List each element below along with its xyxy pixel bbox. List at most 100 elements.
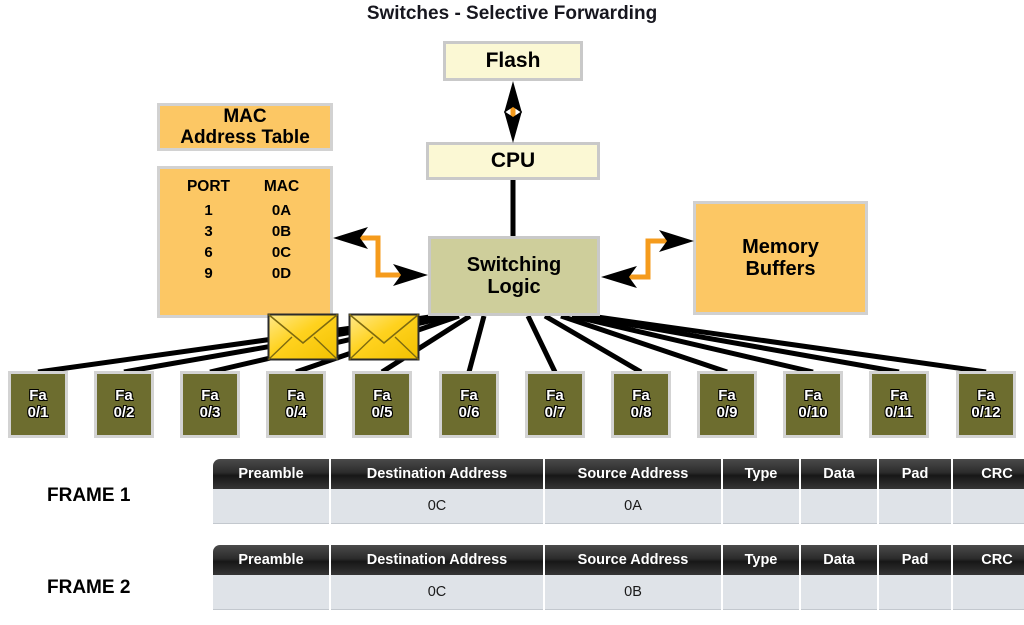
mac-header-port: PORT (186, 178, 231, 195)
cpu-label: CPU (490, 149, 536, 173)
frame-2-table: Preamble Destination Address Source Addr… (213, 545, 1024, 610)
frame-1-table: Preamble Destination Address Source Addr… (213, 459, 1024, 524)
flash-cpu-arrow-up (504, 81, 522, 113)
diagram-canvas: Switches - Selective Forwarding MAC Addr… (0, 0, 1024, 625)
mac-row-0-mac: 0A (271, 202, 292, 219)
frame-2-value-destination: 0C (329, 575, 544, 610)
mac-logic-arrow-right (393, 264, 428, 286)
port-fa-0-11[interactable]: Fa 0/11 (869, 371, 929, 438)
mac-table-header-row: PORT MAC (172, 176, 318, 200)
memory-buffers-line2: Buffers (745, 258, 816, 280)
mac-row-1-mac: 0B (271, 223, 292, 240)
mac-logic-arrow-left (333, 227, 368, 249)
frame-2-header-data: Data (799, 545, 879, 575)
port-fa-0-9[interactable]: Fa 0/9 (697, 371, 757, 438)
frame-1-header-destination: Destination Address (329, 459, 545, 489)
frame-1-header-type: Type (721, 459, 801, 489)
switching-logic-line2: Logic (487, 276, 541, 298)
frame-2-header-preamble: Preamble (213, 545, 331, 575)
mac-row-2-port: 6 (204, 244, 213, 261)
mac-row-1-port: 3 (204, 223, 213, 240)
table-row: 6 0C (172, 242, 318, 263)
frame-1-value-destination: 0C (329, 489, 544, 524)
logic-memory-connector-path (625, 238, 670, 280)
port-fa-0-2[interactable]: Fa 0/2 (94, 371, 154, 438)
cpu-box: CPU (426, 142, 600, 180)
port-11-line1: Fa (977, 387, 995, 404)
frame-1-header-preamble: Preamble (213, 459, 331, 489)
port-10-line1: Fa (890, 387, 908, 404)
port-9-line2: 0/10 (798, 403, 828, 421)
frame-1-header-source: Source Address (543, 459, 723, 489)
port-2-line1: Fa (201, 387, 219, 404)
port-fa-0-1[interactable]: Fa 0/1 (8, 371, 68, 438)
table-row: 9 0D (172, 263, 318, 284)
frame-1-header-row: Preamble Destination Address Source Addr… (213, 459, 1024, 489)
port-fa-0-10[interactable]: Fa 0/10 (783, 371, 843, 438)
port-5-line2: 0/6 (458, 403, 480, 421)
frame-2-value-source: 0B (543, 575, 722, 610)
mac-table-grid: PORT MAC 1 0A 3 0B 6 0C 9 0D (172, 176, 318, 284)
frame-1-value-source: 0A (543, 489, 722, 524)
port-10-line2: 0/11 (884, 403, 914, 421)
port-0-line2: 0/1 (27, 403, 49, 421)
flash-cpu-arrow-down (504, 111, 522, 143)
flash-box: Flash (443, 41, 583, 81)
port-6-line1: Fa (546, 387, 564, 404)
frame-2-header-pad: Pad (877, 545, 953, 575)
port-1-line1: Fa (115, 387, 133, 404)
mac-row-2-mac: 0C (271, 244, 292, 261)
table-row: 3 0B (172, 221, 318, 242)
port-11-line2: 0/12 (971, 403, 1001, 421)
switching-logic-box: Switching Logic (428, 236, 600, 316)
logic-memory-arrow-right (659, 230, 694, 252)
mac-title-line2: Address Table (180, 127, 310, 148)
port-6-line2: 0/7 (544, 403, 566, 421)
port-fa-0-12[interactable]: Fa 0/12 (956, 371, 1016, 438)
port-7-line1: Fa (632, 387, 650, 404)
port-9-line1: Fa (804, 387, 822, 404)
mac-address-table-title: MAC Address Table (157, 103, 333, 151)
mac-row-0-port: 1 (204, 202, 213, 219)
frame-1-header-data: Data (799, 459, 879, 489)
frame-2-value-data (799, 575, 878, 610)
port-3-line1: Fa (287, 387, 305, 404)
frame-1-value-crc (951, 489, 1024, 524)
port-3-line2: 0/4 (285, 403, 307, 421)
port-fa-0-8[interactable]: Fa 0/8 (611, 371, 671, 438)
frame-2-value-preamble (213, 575, 330, 610)
port-fa-0-7[interactable]: Fa 0/7 (525, 371, 585, 438)
frame-1-header-pad: Pad (877, 459, 953, 489)
memory-buffers-line1: Memory (742, 235, 819, 258)
table-row: 0C 0B (213, 575, 1024, 610)
port-fa-0-6[interactable]: Fa 0/6 (439, 371, 499, 438)
port-fa-0-4[interactable]: Fa 0/4 (266, 371, 326, 438)
port-fa-0-3[interactable]: Fa 0/3 (180, 371, 240, 438)
frame-2-header-row: Preamble Destination Address Source Addr… (213, 545, 1024, 575)
port-fa-0-5[interactable]: Fa 0/5 (352, 371, 412, 438)
envelope-icon (267, 313, 339, 361)
frame-2-value-crc (951, 575, 1024, 610)
mac-address-table: PORT MAC 1 0A 3 0B 6 0C 9 0D (157, 166, 333, 318)
mac-header-mac: MAC (263, 178, 300, 195)
table-row: 0C 0A (213, 489, 1024, 524)
frame-envelope-1 (267, 313, 339, 361)
port-4-line1: Fa (373, 387, 391, 404)
port-4-line2: 0/5 (371, 403, 393, 421)
frame-1-value-preamble (213, 489, 330, 524)
mac-row-3-mac: 0D (271, 265, 292, 282)
frame-1-header-crc: CRC (951, 459, 1024, 489)
frame-1-value-data (799, 489, 878, 524)
memory-buffers-box: Memory Buffers (693, 201, 868, 315)
mac-logic-connector-path (355, 235, 403, 278)
port-1-line2: 0/2 (113, 403, 135, 421)
frame-1-value-type (721, 489, 800, 524)
port-2-line2: 0/3 (199, 403, 221, 421)
page-title: Switches - Selective Forwarding (366, 3, 658, 24)
mac-row-3-port: 9 (204, 265, 213, 282)
port-5-line1: Fa (460, 387, 478, 404)
frame-1-value-pad (877, 489, 952, 524)
frame-2-header-crc: CRC (951, 545, 1024, 575)
port-8-line2: 0/9 (716, 403, 738, 421)
frame-2-header-type: Type (721, 545, 801, 575)
